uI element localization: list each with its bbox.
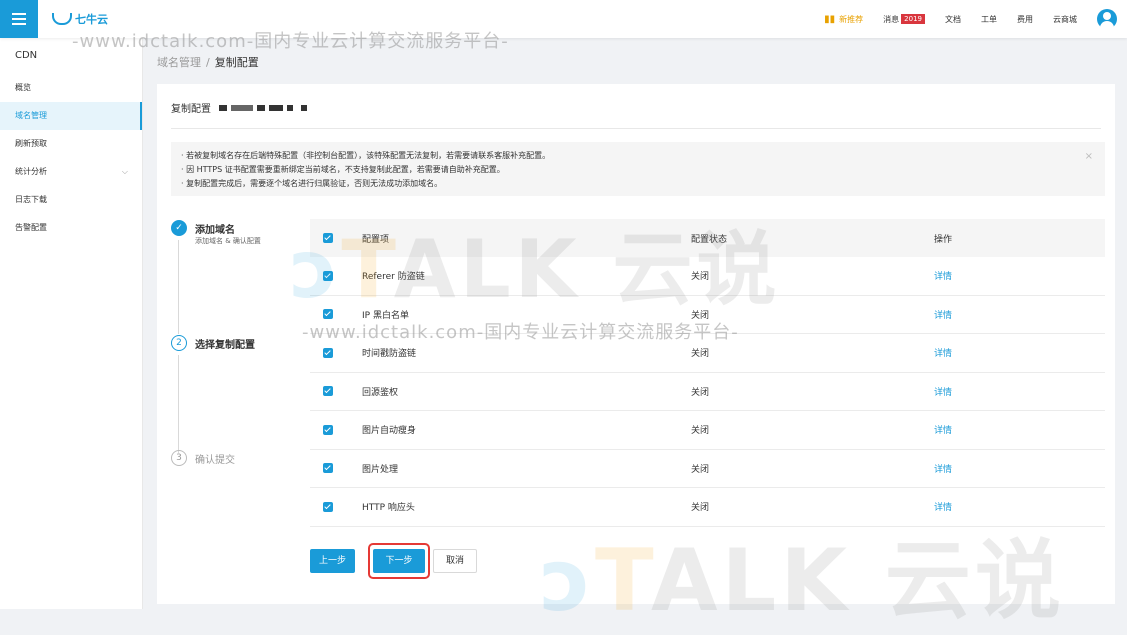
logo[interactable]: 七牛云 (52, 10, 108, 28)
nav-docs[interactable]: 文档 (945, 14, 961, 25)
table-header: 配置项 配置状态 操作 (310, 219, 1105, 257)
step-subtitle: 添加域名 & 确认配置 (195, 237, 261, 245)
chevron-down-icon: ⌵ (121, 167, 128, 176)
qiniu-logo-icon (52, 13, 72, 25)
nav-messages[interactable]: 消息 2019 (883, 14, 925, 25)
breadcrumb-parent[interactable]: 域名管理 (157, 56, 201, 69)
main-card: 复制配置 · 若被复制域名存在后端特殊配置（非控制台配置），该特殊配置无法复制，… (157, 84, 1115, 604)
config-name: Referer 防盗链 (362, 272, 425, 283)
config-status: 关闭 (691, 503, 710, 514)
row-checkbox[interactable] (323, 309, 333, 320)
details-link[interactable]: 详情 (934, 349, 952, 359)
table-row: IP 黑白名单 关闭 详情 (310, 296, 1105, 334)
config-name: 图片自动瘦身 (362, 426, 417, 437)
sidebar-item-refresh-prefetch[interactable]: 刷新预取 (0, 130, 142, 158)
config-name: 回源鉴权 (362, 387, 399, 398)
close-icon[interactable]: × (1085, 150, 1093, 164)
nav-billing[interactable]: 费用 (1017, 14, 1033, 25)
step-connector (178, 240, 179, 334)
sidebar-item-log-download[interactable]: 日志下载 (0, 186, 142, 214)
sidebar-item-domain-management[interactable]: 域名管理 (0, 102, 142, 130)
step-connector (178, 355, 179, 453)
table-row: 图片自动瘦身 关闭 详情 (310, 411, 1105, 450)
table-row: HTTP 响应头 关闭 详情 (310, 488, 1105, 527)
top-nav: ▮▮ 新推荐 消息 2019 文档 工单 费用 云商城 (824, 0, 1127, 38)
notice-box: · 若被复制域名存在后端特殊配置（非控制台配置），该特殊配置无法复制，若需要请联… (171, 142, 1105, 196)
details-link[interactable]: 详情 (934, 272, 952, 282)
config-status: 关闭 (691, 349, 710, 360)
details-link[interactable]: 详情 (934, 426, 952, 436)
details-link[interactable]: 详情 (934, 503, 952, 513)
nav-ticket[interactable]: 工单 (981, 14, 997, 25)
prev-step-button[interactable]: 上一步 (310, 549, 355, 573)
user-avatar-icon[interactable] (1097, 9, 1117, 29)
steps: ✓ 添加域名 添加域名 & 确认配置 2 选择复制配置 3 确认提交 (171, 220, 291, 480)
sidebar-item-overview[interactable]: 概览 (0, 74, 142, 102)
breadcrumb-separator: / (206, 56, 210, 69)
config-name: IP 黑白名单 (362, 310, 409, 321)
step-title: 添加域名 (195, 225, 235, 236)
cancel-button[interactable]: 取消 (433, 549, 477, 573)
sidebar: CDN 概览 域名管理 刷新预取 统计分析 ⌵ 日志下载 告警配置 (0, 38, 143, 609)
card-title: 复制配置 (171, 100, 307, 115)
row-checkbox[interactable] (323, 501, 333, 512)
table-row: 时间戳防盗链 关闭 详情 (310, 334, 1105, 373)
notice-line: · 复制配置完成后，需要逐个域名进行归属验证，否则无法成功添加域名。 (181, 179, 443, 188)
details-link[interactable]: 详情 (934, 465, 952, 475)
masked-domain (219, 104, 307, 111)
row-checkbox[interactable] (323, 424, 333, 435)
breadcrumb-current: 复制配置 (214, 56, 259, 69)
config-status: 关闭 (691, 272, 710, 283)
check-icon: ✓ (171, 220, 187, 236)
step-number: 3 (171, 450, 187, 466)
row-checkbox[interactable] (323, 347, 333, 358)
header-name: 配置项 (362, 234, 390, 245)
config-status: 关闭 (691, 426, 710, 437)
table-row: 回源鉴权 关闭 详情 (310, 373, 1105, 411)
notice-line: · 若被复制域名存在后端特殊配置（非控制台配置），该特殊配置无法复制，若需要请联… (181, 151, 551, 160)
row-checkbox[interactable] (323, 270, 333, 281)
config-status: 关闭 (691, 387, 710, 398)
messages-badge: 2019 (901, 14, 925, 24)
config-name: 图片处理 (362, 464, 399, 475)
next-step-button[interactable]: 下一步 (373, 549, 425, 573)
config-status: 关闭 (691, 310, 710, 321)
nav-recommend[interactable]: ▮▮ 新推荐 (824, 14, 863, 25)
notice-line: · 因 HTTPS 证书配置需要重新绑定当前域名，不支持复制此配置，若需要请自助… (181, 165, 505, 174)
step-title: 选择复制配置 (195, 340, 255, 351)
nav-market[interactable]: 云商城 (1053, 14, 1077, 25)
sidebar-item-alert-config[interactable]: 告警配置 (0, 214, 142, 242)
select-all-checkbox[interactable] (323, 233, 333, 243)
top-bar: 七牛云 ▮▮ 新推荐 消息 2019 文档 工单 费用 云商城 (0, 0, 1127, 38)
row-checkbox[interactable] (323, 463, 333, 474)
logo-text: 七牛云 (75, 13, 108, 26)
card-title-label: 复制配置 (171, 104, 211, 115)
divider (171, 128, 1101, 129)
nav-messages-label: 消息 (883, 14, 900, 24)
table-row: Referer 防盗链 关闭 详情 (310, 257, 1105, 296)
config-name: 时间戳防盗链 (362, 349, 417, 360)
header-status: 配置状态 (691, 234, 728, 245)
details-link[interactable]: 详情 (934, 388, 952, 398)
breadcrumb: 域名管理 / 复制配置 (157, 54, 259, 70)
config-name: HTTP 响应头 (362, 503, 415, 514)
sidebar-item-statistics[interactable]: 统计分析 ⌵ (0, 158, 142, 186)
table-row: 图片处理 关闭 详情 (310, 450, 1105, 488)
hamburger-menu-icon[interactable] (0, 0, 38, 38)
step-title: 确认提交 (195, 455, 235, 466)
gift-icon: ▮▮ (824, 13, 836, 25)
header-action: 操作 (934, 234, 953, 245)
step-number: 2 (171, 335, 187, 351)
sidebar-title: CDN (15, 50, 38, 61)
details-link[interactable]: 详情 (934, 311, 952, 321)
row-checkbox[interactable] (323, 386, 333, 397)
sidebar-item-statistics-label: 统计分析 (15, 167, 47, 176)
nav-recommend-label: 新推荐 (839, 14, 864, 24)
config-status: 关闭 (691, 464, 710, 475)
config-table: 配置项 配置状态 操作 Referer 防盗链 关闭 详情 IP 黑白名单 关闭… (310, 219, 1105, 527)
